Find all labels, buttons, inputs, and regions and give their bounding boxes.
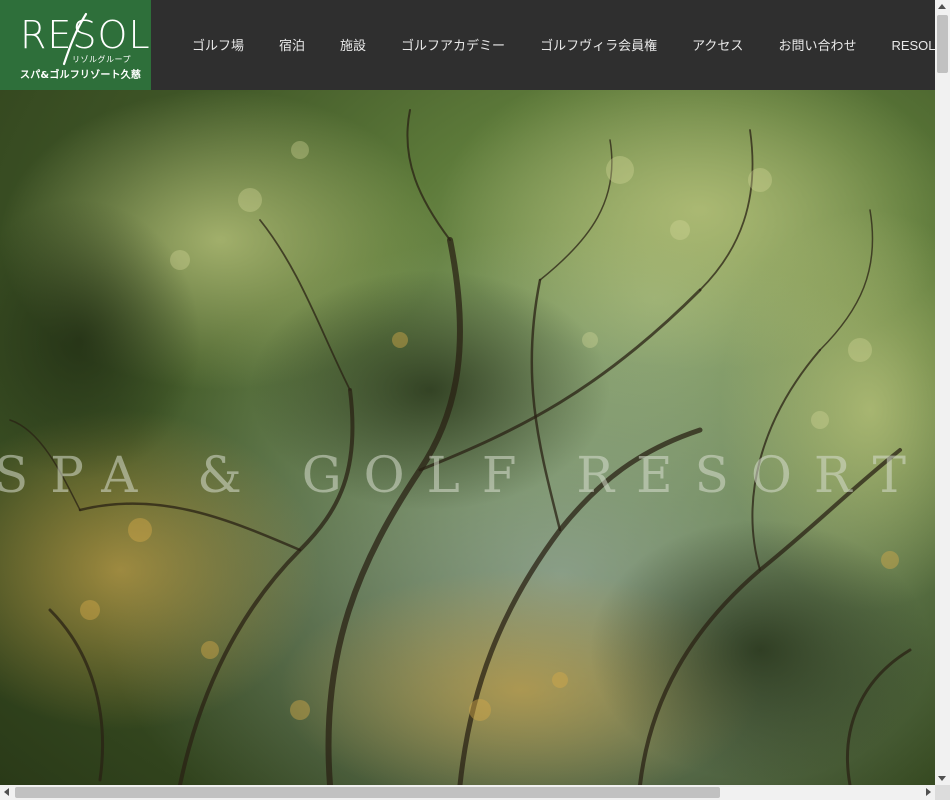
hero-foliage-image [0, 90, 935, 785]
vertical-scrollbar[interactable] [935, 0, 950, 785]
page-viewport: RESOL リゾルグループ スパ&ゴルフリゾート久慈 ゴルフ場 宿泊 施設 ゴル… [0, 0, 935, 785]
hero-section: SPA & GOLF RESORT KUJI [0, 90, 935, 785]
horizontal-scroll-thumb[interactable] [15, 787, 720, 798]
hero-title: SPA & GOLF RESORT KUJI [0, 446, 935, 504]
scroll-up-arrow-icon[interactable] [938, 4, 946, 9]
nav-item-access[interactable]: アクセス [692, 39, 743, 52]
scroll-left-arrow-icon[interactable] [4, 788, 9, 796]
scrollbar-corner [935, 785, 950, 800]
site-logo[interactable]: RESOL リゾルグループ スパ&ゴルフリゾート久慈 [0, 0, 151, 90]
nav-item-stay[interactable]: 宿泊 [279, 39, 305, 52]
scroll-down-arrow-icon[interactable] [938, 776, 946, 781]
main-nav: ゴルフ場 宿泊 施設 ゴルフアカデミー ゴルフヴィラ会員権 アクセス お問い合わ… [174, 0, 935, 90]
horizontal-scrollbar[interactable] [0, 785, 935, 800]
nav-item-contact[interactable]: お問い合わせ [778, 39, 856, 52]
scroll-right-arrow-icon[interactable] [926, 788, 931, 796]
nav-item-golf-villa-membership[interactable]: ゴルフヴィラ会員権 [540, 39, 657, 52]
nav-item-resol-golf-group[interactable]: RESOL GOLF GROUP [891, 39, 935, 52]
nav-item-golf-academy[interactable]: ゴルフアカデミー [401, 39, 505, 52]
logo-resort-name: スパ&ゴルフリゾート久慈 [20, 70, 142, 81]
site-header: RESOL リゾルグループ スパ&ゴルフリゾート久慈 ゴルフ場 宿泊 施設 ゴル… [0, 0, 935, 90]
nav-item-facilities[interactable]: 施設 [340, 39, 366, 52]
logo-group-text: リゾルグループ [71, 55, 131, 64]
vertical-scroll-thumb[interactable] [937, 15, 948, 73]
nav-item-golf-course[interactable]: ゴルフ場 [192, 39, 244, 52]
